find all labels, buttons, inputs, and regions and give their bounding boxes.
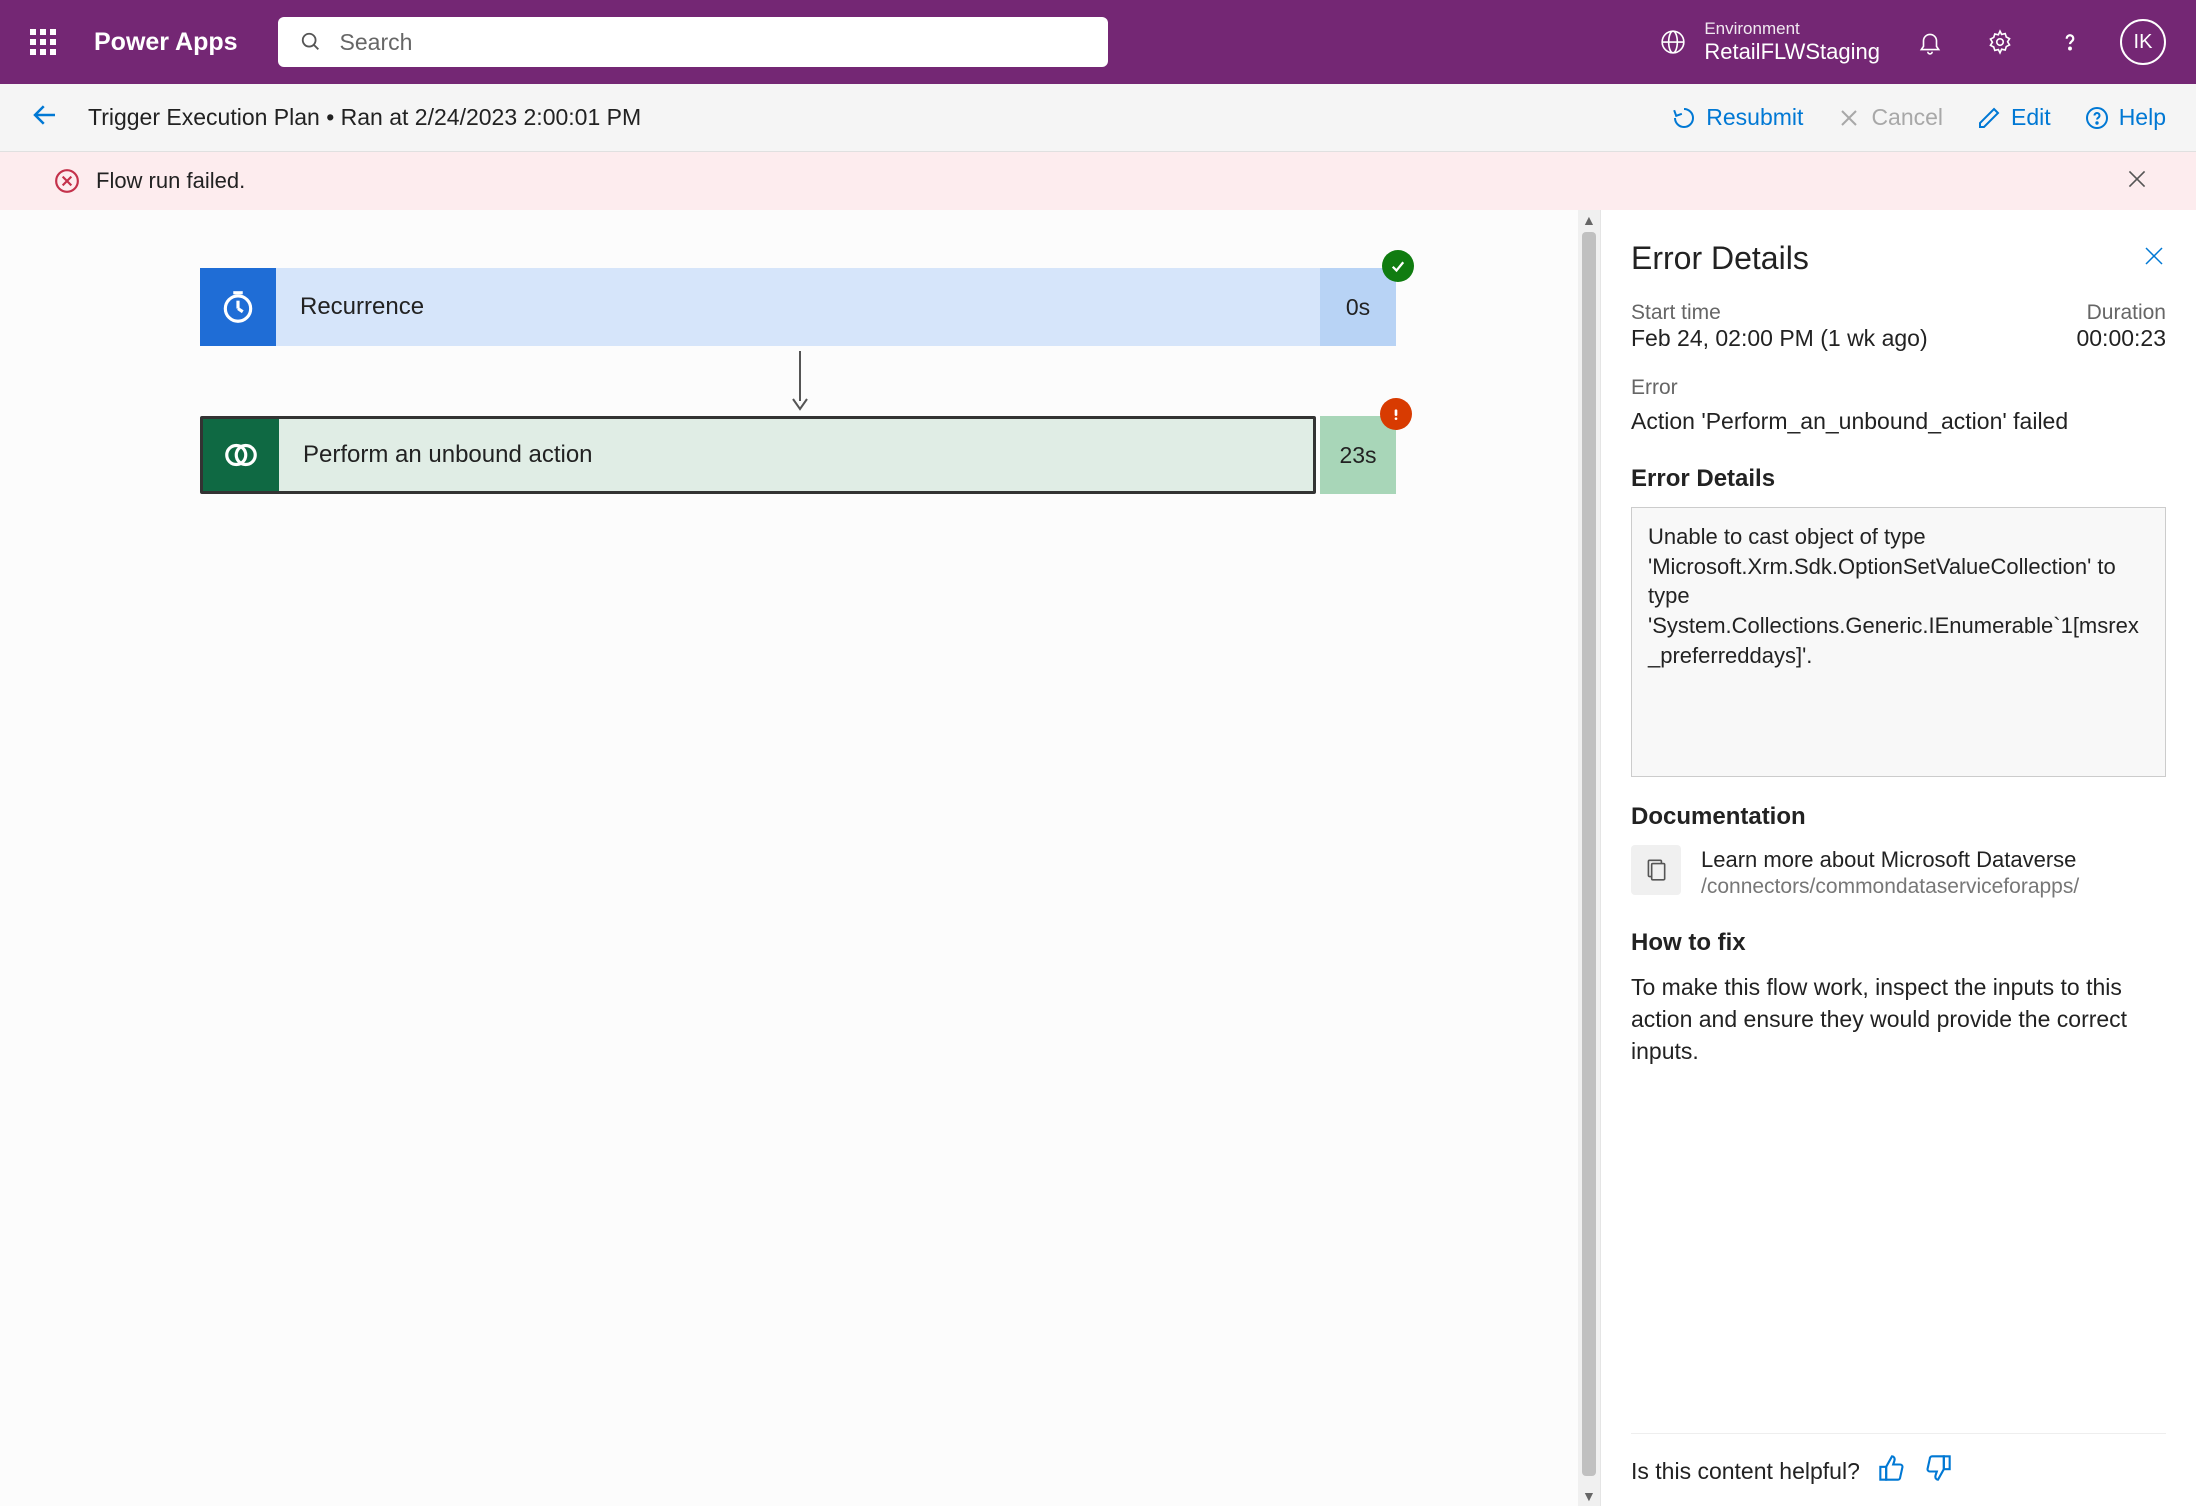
error-banner: Flow run failed. xyxy=(0,152,2196,210)
thumbs-down-button[interactable] xyxy=(1924,1454,1952,1488)
banner-close-button[interactable] xyxy=(2124,166,2166,197)
bell-icon xyxy=(1917,29,1943,55)
help-button[interactable] xyxy=(2050,22,2090,62)
step-recurrence[interactable]: Recurrence 0s xyxy=(200,268,1396,346)
step-unbound-action[interactable]: Perform an unbound action xyxy=(200,416,1316,494)
error-value: Action 'Perform_an_unbound_action' faile… xyxy=(1631,406,2166,437)
resubmit-button[interactable]: Resubmit xyxy=(1672,104,1803,131)
close-icon xyxy=(1837,106,1861,130)
panel-title: Error Details xyxy=(1631,240,1809,277)
error-details-panel: Error Details Start time Feb 24, 02:00 P… xyxy=(1600,210,2196,1506)
status-success-icon xyxy=(1382,250,1414,282)
start-time-label: Start time xyxy=(1631,301,1928,325)
close-icon xyxy=(2142,244,2166,268)
duration-label: Duration xyxy=(2076,301,2166,325)
environment-picker[interactable]: Environment RetailFLWStaging xyxy=(1660,19,1880,66)
documentation-link-text: Learn more about Microsoft Dataverse xyxy=(1701,845,2079,875)
question-icon xyxy=(2057,29,2083,55)
help-action[interactable]: Help xyxy=(2085,104,2166,131)
scroll-up-icon[interactable]: ▲ xyxy=(1582,212,1596,228)
start-time-value: Feb 24, 02:00 PM (1 wk ago) xyxy=(1631,325,1928,352)
status-fail-icon xyxy=(1380,398,1412,430)
close-icon xyxy=(2124,166,2150,192)
documentation-path: /connectors/commondataserviceforapps/ xyxy=(1701,875,2079,899)
cancel-label: Cancel xyxy=(1871,104,1943,131)
app-name: Power Apps xyxy=(94,28,238,57)
duration-value: 00:00:23 xyxy=(2076,325,2166,352)
error-label: Error xyxy=(1631,376,2166,400)
search-icon xyxy=(300,31,322,53)
error-details-heading: Error Details xyxy=(1631,465,2166,493)
documentation-link[interactable]: Learn more about Microsoft Dataverse /co… xyxy=(1631,845,2166,899)
arrow-left-icon xyxy=(30,100,60,130)
resubmit-label: Resubmit xyxy=(1706,104,1803,131)
error-circle-icon xyxy=(54,168,80,194)
panel-close-button[interactable] xyxy=(2142,244,2166,273)
globe-icon xyxy=(1660,29,1686,55)
refresh-icon xyxy=(1672,106,1696,130)
thumbs-up-icon xyxy=(1878,1454,1906,1482)
documentation-heading: Documentation xyxy=(1631,803,2166,831)
feedback-bar: Is this content helpful? xyxy=(1631,1433,2166,1488)
search-box[interactable] xyxy=(278,17,1108,67)
thumbs-down-icon xyxy=(1924,1454,1952,1482)
edit-button[interactable]: Edit xyxy=(1977,104,2051,131)
environment-label: Environment xyxy=(1704,19,1880,39)
settings-button[interactable] xyxy=(1980,22,2020,62)
command-bar: Trigger Execution Plan • Ran at 2/24/202… xyxy=(0,84,2196,152)
gear-icon xyxy=(1987,29,2013,55)
thumbs-up-button[interactable] xyxy=(1878,1454,1906,1488)
error-details-textarea[interactable] xyxy=(1631,507,2166,777)
step-recurrence-duration: 0s xyxy=(1320,268,1396,346)
step-unbound-action-duration: 23s xyxy=(1320,416,1396,494)
flow-connector xyxy=(202,346,1398,416)
help-label: Help xyxy=(2119,104,2166,131)
banner-message: Flow run failed. xyxy=(96,168,245,194)
scrollbar-thumb[interactable] xyxy=(1582,232,1596,1476)
step-unbound-action-label: Perform an unbound action xyxy=(279,419,1313,491)
dataverse-icon xyxy=(203,419,279,491)
notifications-button[interactable] xyxy=(1910,22,1950,62)
pencil-icon xyxy=(1977,106,2001,130)
step-recurrence-label: Recurrence xyxy=(276,268,1320,346)
app-launcher-icon[interactable] xyxy=(30,29,56,55)
avatar[interactable]: IK xyxy=(2120,19,2166,65)
howto-heading: How to fix xyxy=(1631,929,2166,957)
feedback-text: Is this content helpful? xyxy=(1631,1458,1860,1485)
environment-name: RetailFLWStaging xyxy=(1704,39,1880,65)
page-title: Trigger Execution Plan • Ran at 2/24/202… xyxy=(88,104,641,131)
scroll-down-icon[interactable]: ▼ xyxy=(1582,1488,1596,1504)
app-header: Power Apps Environment RetailFLWStaging … xyxy=(0,0,2196,84)
flow-canvas[interactable]: Recurrence 0s Perform an unbound action xyxy=(0,210,1600,1506)
cancel-button: Cancel xyxy=(1837,104,1943,131)
recurrence-icon xyxy=(200,268,276,346)
edit-label: Edit xyxy=(2011,104,2051,131)
document-icon xyxy=(1631,845,1681,895)
search-input[interactable] xyxy=(340,29,1086,56)
back-button[interactable] xyxy=(30,100,60,135)
question-circle-icon xyxy=(2085,106,2109,130)
howto-text: To make this flow work, inspect the inpu… xyxy=(1631,971,2166,1068)
canvas-scrollbar[interactable]: ▲ ▼ xyxy=(1578,210,1600,1506)
